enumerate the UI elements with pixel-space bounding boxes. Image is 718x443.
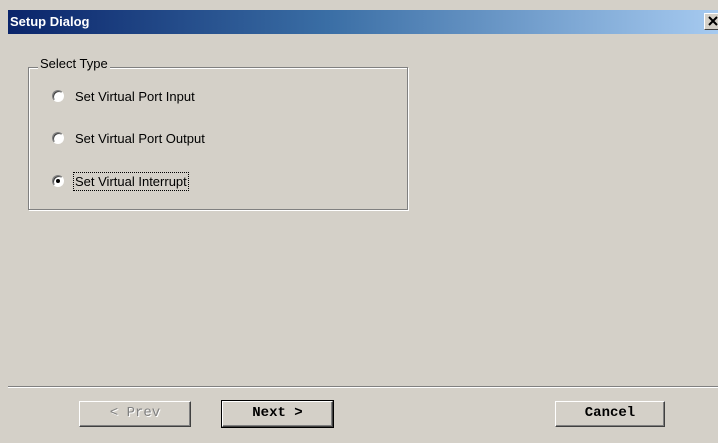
button-separator	[8, 386, 718, 388]
radio-button-port-input[interactable]	[52, 90, 64, 102]
next-button[interactable]: Next >	[221, 400, 334, 428]
radio-button-interrupt[interactable]	[52, 175, 64, 187]
radio-option-port-input[interactable]: Set Virtual Port Input	[52, 86, 195, 106]
close-button[interactable]	[704, 13, 718, 30]
radio-label-interrupt: Set Virtual Interrupt	[73, 171, 189, 191]
radio-label-port-input: Set Virtual Port Input	[75, 88, 195, 104]
setup-dialog-window: Setup Dialog Select Type Set Virtual Por…	[0, 0, 718, 443]
close-icon	[708, 16, 718, 26]
select-type-legend: Select Type	[38, 56, 110, 71]
radio-selected-dot	[56, 179, 60, 183]
cancel-button[interactable]: Cancel	[555, 401, 665, 427]
prev-button[interactable]: < Prev	[79, 401, 191, 427]
radio-option-port-output[interactable]: Set Virtual Port Output	[52, 128, 205, 148]
radio-button-port-output[interactable]	[52, 132, 64, 144]
window-title: Setup Dialog	[10, 14, 90, 29]
title-bar[interactable]: Setup Dialog	[8, 10, 718, 34]
radio-label-port-output: Set Virtual Port Output	[75, 130, 205, 146]
radio-option-interrupt[interactable]: Set Virtual Interrupt	[52, 171, 189, 191]
